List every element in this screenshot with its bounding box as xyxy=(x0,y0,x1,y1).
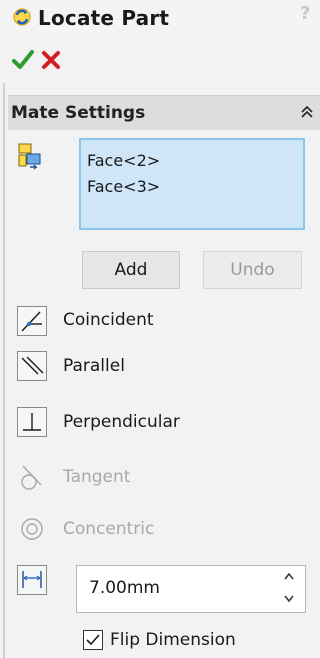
flip-dimension-label[interactable]: Flip Dimension xyxy=(110,630,236,650)
perpendicular-label[interactable]: Perpendicular xyxy=(63,412,180,432)
distance-input[interactable]: 7.00mm xyxy=(76,565,306,613)
undo-button[interactable]: Undo xyxy=(203,251,302,289)
spin-up-icon[interactable] xyxy=(283,569,295,583)
perpendicular-icon xyxy=(23,413,41,431)
mate-selections-list[interactable]: Face<2> Face<3> xyxy=(79,138,305,230)
panel-title: Locate Part xyxy=(38,6,170,30)
checkmark-icon xyxy=(86,634,100,646)
cancel-x-icon[interactable] xyxy=(40,49,62,71)
entities-to-mate-icon xyxy=(16,142,44,170)
concentric-icon[interactable] xyxy=(17,514,47,544)
locate-part-icon xyxy=(11,6,33,28)
help-icon[interactable]: ? xyxy=(300,3,310,24)
add-button[interactable]: Add xyxy=(82,251,180,289)
mate-settings-title: Mate Settings xyxy=(11,103,146,123)
selection-item[interactable]: Face<2> xyxy=(87,148,303,174)
coincident-icon xyxy=(21,311,42,332)
coincident-label[interactable]: Coincident xyxy=(63,310,154,330)
coincident-button[interactable] xyxy=(17,306,47,336)
group-border xyxy=(3,83,5,658)
mate-settings-header[interactable]: Mate Settings xyxy=(8,95,320,131)
tangent-icon[interactable] xyxy=(17,462,47,492)
ok-checkmark-icon[interactable] xyxy=(12,49,34,71)
distance-icon xyxy=(22,571,42,588)
distance-button[interactable] xyxy=(17,565,47,595)
parallel-label[interactable]: Parallel xyxy=(63,356,125,376)
perpendicular-button[interactable] xyxy=(17,407,47,437)
parallel-icon xyxy=(21,356,44,375)
collapse-chevron-icon[interactable] xyxy=(299,103,315,121)
parallel-button[interactable] xyxy=(17,351,47,381)
title-bar: Locate Part ? xyxy=(0,0,320,36)
flip-dimension-checkbox[interactable] xyxy=(83,630,103,650)
selection-item[interactable]: Face<3> xyxy=(87,174,303,200)
tangent-label[interactable]: Tangent xyxy=(63,467,130,487)
concentric-label[interactable]: Concentric xyxy=(63,519,154,539)
spin-down-icon[interactable] xyxy=(283,590,295,604)
